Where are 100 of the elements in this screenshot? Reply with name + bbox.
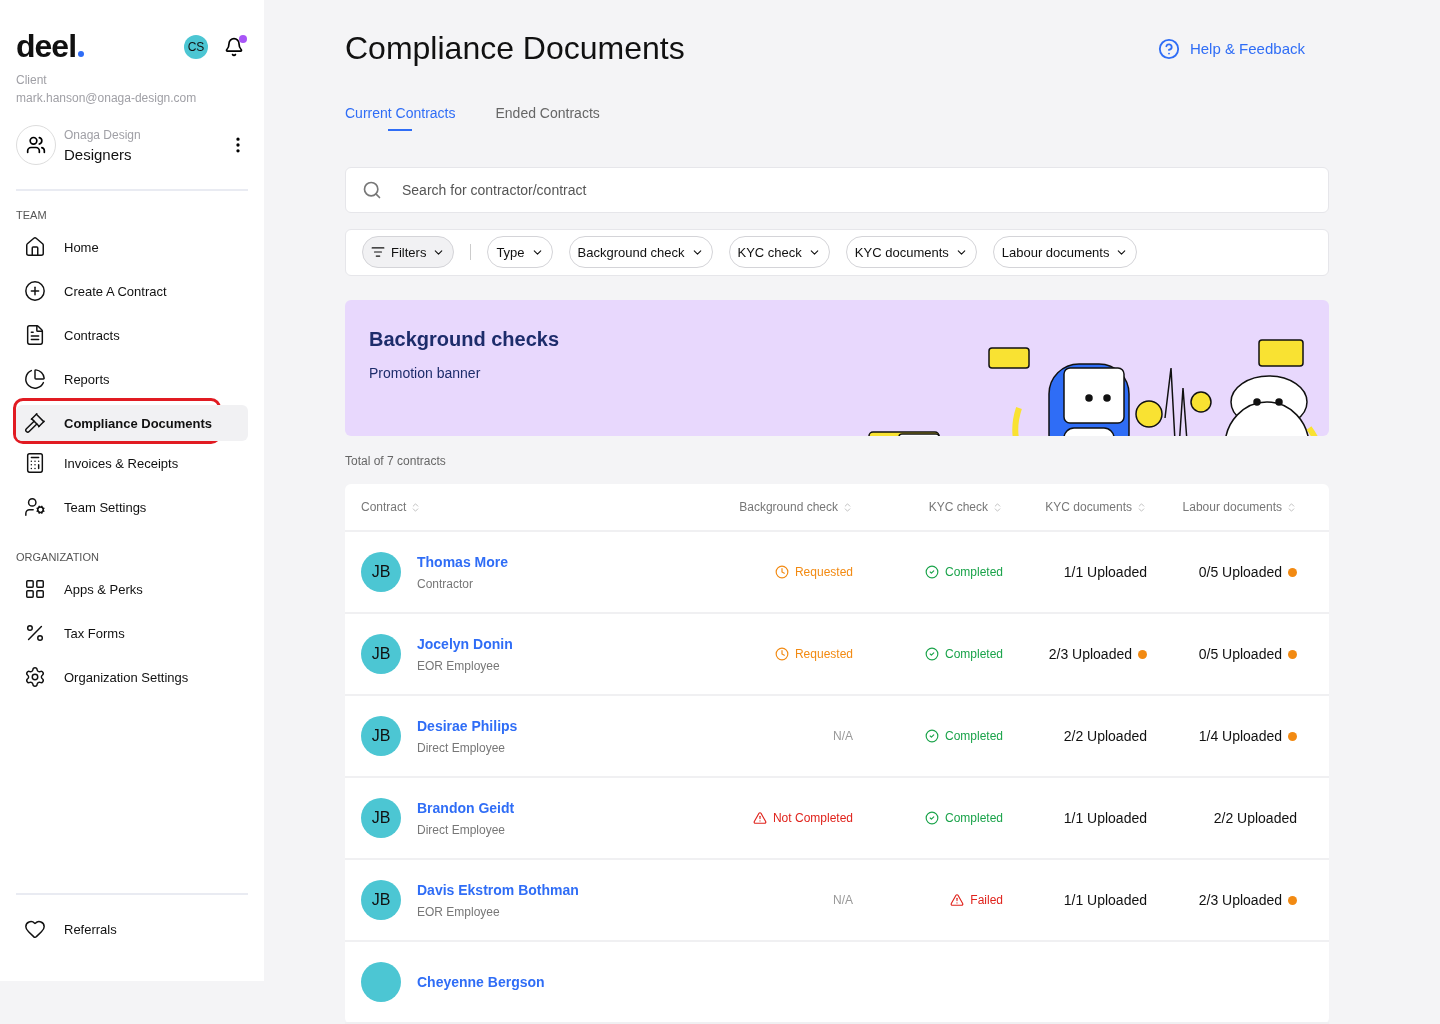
contractor-name[interactable]: Desirae Philips [417,718,518,734]
upload-status: 2/3 Uploaded [1003,646,1147,662]
avatar: JB [361,798,401,838]
filter-dropdown[interactable]: KYC check [728,236,830,269]
contract-type: EOR Employee [417,905,501,919]
check-circle-icon [924,647,939,661]
sidebar-item[interactable]: Organization Settings [16,659,248,695]
status-label: Not Completed [693,811,853,825]
sort-icon [1286,501,1297,513]
plus-circle-icon [24,280,46,302]
help-link[interactable]: Help & Feedback [1157,37,1305,60]
sidebar-item[interactable]: Home [16,229,248,265]
contract-type: Direct Employee [417,741,507,755]
sort-icon [1136,501,1147,513]
tab[interactable]: Current Contracts [345,105,456,131]
section-heading: ORGANIZATION [16,551,100,563]
status-label: N/A [832,893,853,907]
contractor-name[interactable]: Jocelyn Donin [417,636,513,652]
sidebar-item[interactable]: Invoices & Receipts [16,445,248,481]
logo: deel [16,28,85,65]
contractor-name[interactable]: Thomas More [417,554,508,570]
team-name: Designers [64,145,133,163]
sidebar-item[interactable]: Compliance Documents [16,405,248,441]
contract-type: Contractor [417,577,475,591]
upload-status: 2/2 Uploaded [1062,728,1147,744]
filter-dropdown[interactable]: Background check [568,236,713,269]
pie-chart-icon [24,368,46,390]
filter-dropdown[interactable]: KYC documents [845,236,977,269]
percent-icon [24,622,46,644]
search-icon [362,180,382,201]
sidebar-item[interactable]: Reports [16,361,248,397]
sidebar-item[interactable]: Tax Forms [16,615,248,651]
sidebar-item[interactable]: Referrals [16,911,248,947]
avatar: JB [361,880,401,920]
status-label: Requested [693,565,853,579]
warning-icon [752,811,767,825]
upload-status: 1/1 Uploaded [1062,892,1147,908]
bell-icon[interactable] [224,36,244,57]
account-email: mark.hanson@onaga-design.com [16,91,198,105]
total-count: Total of 7 contracts [345,454,447,468]
page-title: Compliance Documents [345,30,685,67]
status-label: Completed [853,729,1003,743]
column-header[interactable]: KYC documents [1003,500,1147,514]
contract-type: EOR Employee [417,659,501,673]
status-label: Requested [693,647,853,661]
grid-icon [24,578,46,600]
calculator-icon [24,452,46,474]
banner-title: Background checks [369,327,560,351]
filter-icon [371,245,385,260]
section-heading: TEAM [16,209,48,221]
clock-icon [774,647,789,661]
upload-status: 0/5 Uploaded [1147,646,1297,662]
column-header[interactable]: Labour documents [1147,500,1297,514]
status-label: N/A [832,729,853,743]
help-icon [1157,37,1180,60]
contractor-name[interactable]: Brandon Geidt [417,800,515,816]
check-circle-icon [924,565,939,579]
gavel-icon [24,412,46,434]
tab[interactable]: Ended Contracts [495,105,600,131]
upload-status: 2/3 Uploaded [1147,892,1297,908]
column-header[interactable]: Background check [693,500,853,514]
user-avatar[interactable]: CS [184,34,208,59]
company-name: Onaga Design [64,127,142,142]
heart-icon [24,918,46,940]
column-header[interactable]: KYC check [853,500,1003,514]
status-label: Completed [853,647,1003,661]
sort-icon [992,501,1003,513]
status-label: Failed [853,893,1003,907]
avatar: JB [361,716,401,756]
filter-dropdown[interactable]: Type [487,236,553,269]
filter-dropdown[interactable]: Labour documents [992,236,1138,269]
user-settings-icon [24,496,46,518]
account-role: Client [16,73,48,87]
sidebar-item[interactable]: Contracts [16,317,248,353]
contract-type: Direct Employee [417,823,507,837]
warning-icon [950,893,965,907]
sidebar-item[interactable]: Team Settings [16,489,248,525]
home-icon [24,236,46,258]
avatar: JB [361,552,401,592]
avatar [361,962,401,1002]
banner-subtitle: Promotion banner [369,364,482,381]
upload-status: 1/1 Uploaded [1062,810,1147,826]
sidebar-item[interactable]: Create A Contract [16,273,248,309]
column-header[interactable]: Contract [361,500,693,514]
upload-status: 1/1 Uploaded [1062,564,1147,580]
settings-icon [24,666,46,688]
contractor-name[interactable]: Cheyenne Bergson [417,974,545,990]
check-circle-icon [924,729,939,743]
avatar: JB [361,634,401,674]
contractor-name[interactable]: Davis Ekstrom Bothman [417,882,579,898]
clock-icon [774,565,789,579]
upload-status: 0/5 Uploaded [1147,564,1297,580]
check-circle-icon [924,811,939,825]
upload-status: 1/4 Uploaded [1147,728,1297,744]
document-icon [24,324,46,346]
search-box[interactable]: Search for contractor/contract [345,167,1329,214]
filters-button[interactable]: Filters [362,236,455,269]
status-label: Completed [853,811,1003,825]
sidebar-item[interactable]: Apps & Perks [16,571,248,607]
upload-status: 2/2 Uploaded [1212,810,1297,826]
